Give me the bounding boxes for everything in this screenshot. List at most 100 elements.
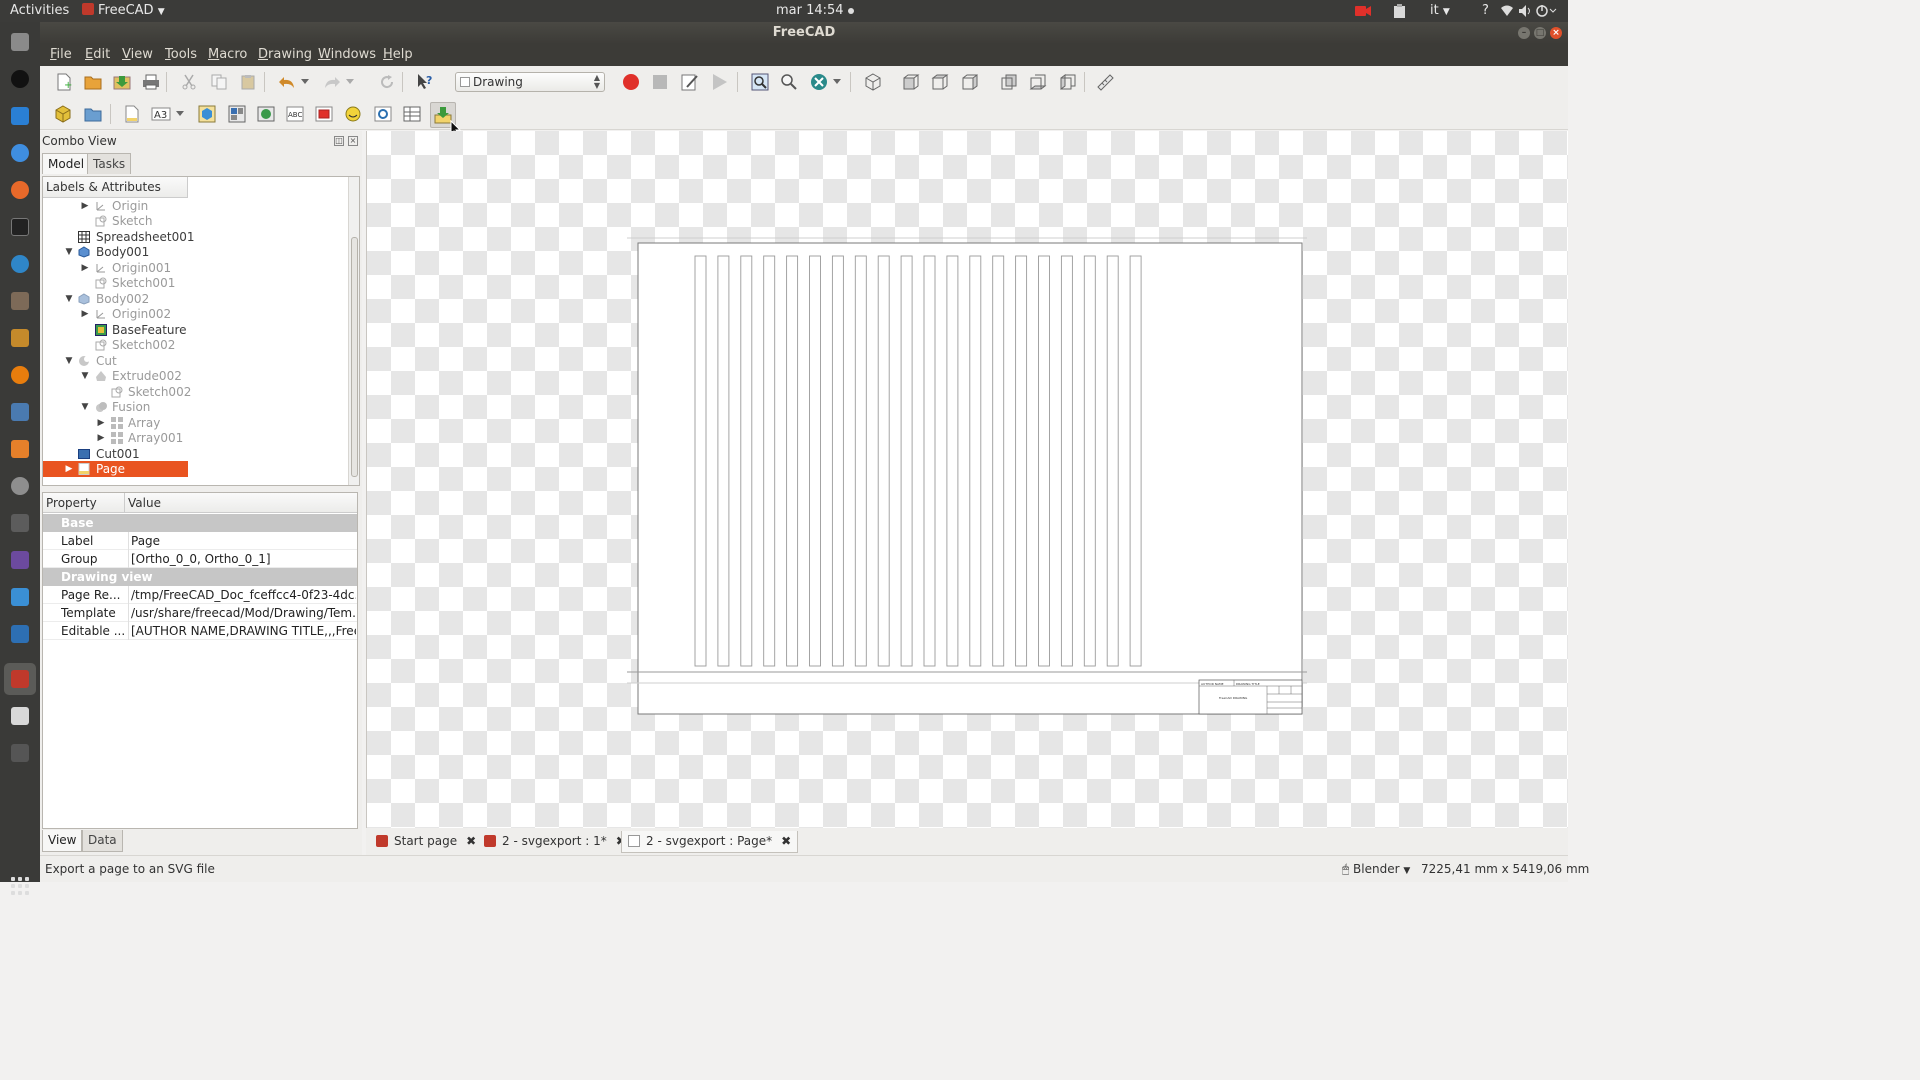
property-value[interactable]: /usr/share/freecad/Mod/Drawing/Tem... [128,604,356,622]
clipboard-indicator-icon[interactable] [1392,3,1408,23]
property-row-label[interactable]: Label Page [43,532,357,550]
tree-item-fusion[interactable]: ▼ Fusion [43,399,343,415]
open-browser-icon[interactable] [255,103,277,125]
rear-view-icon[interactable] [998,71,1020,93]
tree-item-page[interactable]: ▶ Page [43,461,188,477]
tree-item-sketch002-child[interactable]: Sketch002 [43,384,343,400]
maximize-icon[interactable]: □ [1534,27,1546,39]
menu-tools[interactable]: Tools [165,47,197,62]
navigation-style-button[interactable]: 🖱 Blender ▼ [1342,862,1410,877]
doc-tab-svgexport-page[interactable]: 2 - svgexport : Page* ✖ [621,831,799,853]
dock-chromium-icon[interactable] [4,137,36,169]
tab-model[interactable]: Model [42,153,91,174]
expand-arrow-icon[interactable]: ▶ [64,461,74,477]
cut-icon[interactable] [178,71,200,93]
tree-item-cut001[interactable]: Cut001 [43,446,343,462]
collapse-arrow-icon[interactable]: ▼ [64,244,74,260]
expand-arrow-icon[interactable]: ▶ [80,260,90,276]
dock-app-icon[interactable] [4,581,36,613]
clip-icon[interactable] [313,103,335,125]
dock-terminal-icon[interactable] [4,211,36,243]
doc-tab-svgexport-1[interactable]: 2 - svgexport : 1*✖ [478,831,632,853]
property-value[interactable]: Page [128,532,356,550]
dock-virtualbox-icon[interactable] [4,618,36,650]
symbol-icon[interactable] [342,103,364,125]
dock-software-center-icon[interactable] [4,433,36,465]
new-page-icon[interactable] [121,103,143,125]
expand-arrow-icon[interactable]: ▶ [96,415,106,431]
undo-dropdown-chevron-down-icon[interactable] [299,71,311,93]
dock-blender-icon[interactable] [4,359,36,391]
close-icon[interactable]: × [1550,27,1562,39]
tab-view[interactable]: View [42,830,83,852]
undo-icon[interactable] [276,71,298,93]
minimize-icon[interactable]: – [1518,27,1530,39]
draw-style-icon[interactable] [808,71,830,93]
dock-camera-icon[interactable] [4,507,36,539]
tree-item-origin[interactable]: ▶ Origin [43,198,343,214]
tree-item-array001[interactable]: ▶ Array001 [43,430,343,446]
dock-fritzing-icon[interactable] [4,322,36,354]
dock-app-icon[interactable] [4,544,36,576]
volume-icon[interactable] [1518,4,1532,22]
new-page-template-icon[interactable]: A3 [150,103,172,125]
tree-item-origin002[interactable]: ▶ Origin002 [43,306,343,322]
menu-file[interactable]: File [50,47,72,62]
fit-all-icon[interactable] [749,71,771,93]
dock-text-editor-icon[interactable] [4,700,36,732]
copy-icon[interactable] [208,71,230,93]
whats-this-icon[interactable]: ? [414,71,436,93]
clock[interactable]: mar 14:54 [776,3,854,18]
tree-item-body001[interactable]: ▼ Body001 [43,244,343,260]
fit-selection-icon[interactable] [778,71,800,93]
menu-windows[interactable]: Windows [318,47,376,62]
menu-edit[interactable]: Edit [85,47,110,62]
bottom-view-icon[interactable] [1027,71,1049,93]
power-menu-icon[interactable] [1536,4,1558,22]
tree-item-origin001[interactable]: ▶ Origin001 [43,260,343,276]
menu-help[interactable]: Help [383,47,413,62]
help-indicator[interactable]: ? [1482,3,1489,18]
ortho-views-icon[interactable] [226,103,248,125]
template-dropdown-chevron-down-icon[interactable] [174,103,186,125]
collapse-arrow-icon[interactable]: ▼ [80,399,90,415]
dock-firefox-icon[interactable] [4,174,36,206]
tab-tasks[interactable]: Tasks [87,153,132,174]
dock-inkscape-icon[interactable] [4,63,36,95]
dock-writer-icon[interactable] [4,100,36,132]
measure-distance-icon[interactable] [1094,71,1116,93]
collapse-arrow-icon[interactable]: ▼ [64,353,74,369]
close-tab-icon[interactable]: ✖ [781,834,791,848]
menu-drawing[interactable]: Drawing [258,47,312,62]
tree-item-spreadsheet001[interactable]: Spreadsheet001 [43,229,343,245]
expand-arrow-icon[interactable]: ▶ [80,306,90,322]
dock-settings-icon[interactable] [4,470,36,502]
tree-item-sketch[interactable]: Sketch [43,213,343,229]
front-view-icon[interactable] [900,71,922,93]
collapse-arrow-icon[interactable]: ▼ [64,291,74,307]
keyboard-layout-menu[interactable]: it ▼ [1430,3,1450,18]
right-view-icon[interactable] [959,71,981,93]
open-folder-blue-icon[interactable] [82,103,104,125]
app-menu[interactable]: FreeCAD ▼ [82,3,165,18]
tree-item-sketch002[interactable]: Sketch002 [43,337,343,353]
dock-files-icon[interactable] [4,26,36,58]
draft-view-icon[interactable] [372,103,394,125]
close-panel-icon[interactable]: × [348,136,358,146]
close-tab-icon[interactable]: ✖ [466,834,476,848]
spreadsheet-view-icon[interactable] [401,103,423,125]
property-row-page-result[interactable]: Page Re... /tmp/FreeCAD_Doc_fceffcc4-0f2… [43,586,357,604]
tree-item-sketch001[interactable]: Sketch001 [43,275,343,291]
property-value[interactable]: [AUTHOR NAME,DRAWING TITLE,,,Free... [128,622,356,640]
expand-arrow-icon[interactable]: ▶ [96,430,106,446]
property-group-base[interactable]: Base [43,514,357,532]
tree-scrollbar-thumb[interactable] [351,237,358,477]
collapse-arrow-icon[interactable]: ▼ [80,368,90,384]
dock-app-icon[interactable] [4,248,36,280]
property-row-group[interactable]: Group [Ortho_0_0, Ortho_0_1] [43,550,357,568]
new-document-icon[interactable]: + [53,71,75,93]
network-icon[interactable] [1500,4,1514,22]
part-design-icon[interactable] [52,103,74,125]
insert-view-icon[interactable] [196,103,218,125]
dock-video-editor-icon[interactable] [4,737,36,769]
